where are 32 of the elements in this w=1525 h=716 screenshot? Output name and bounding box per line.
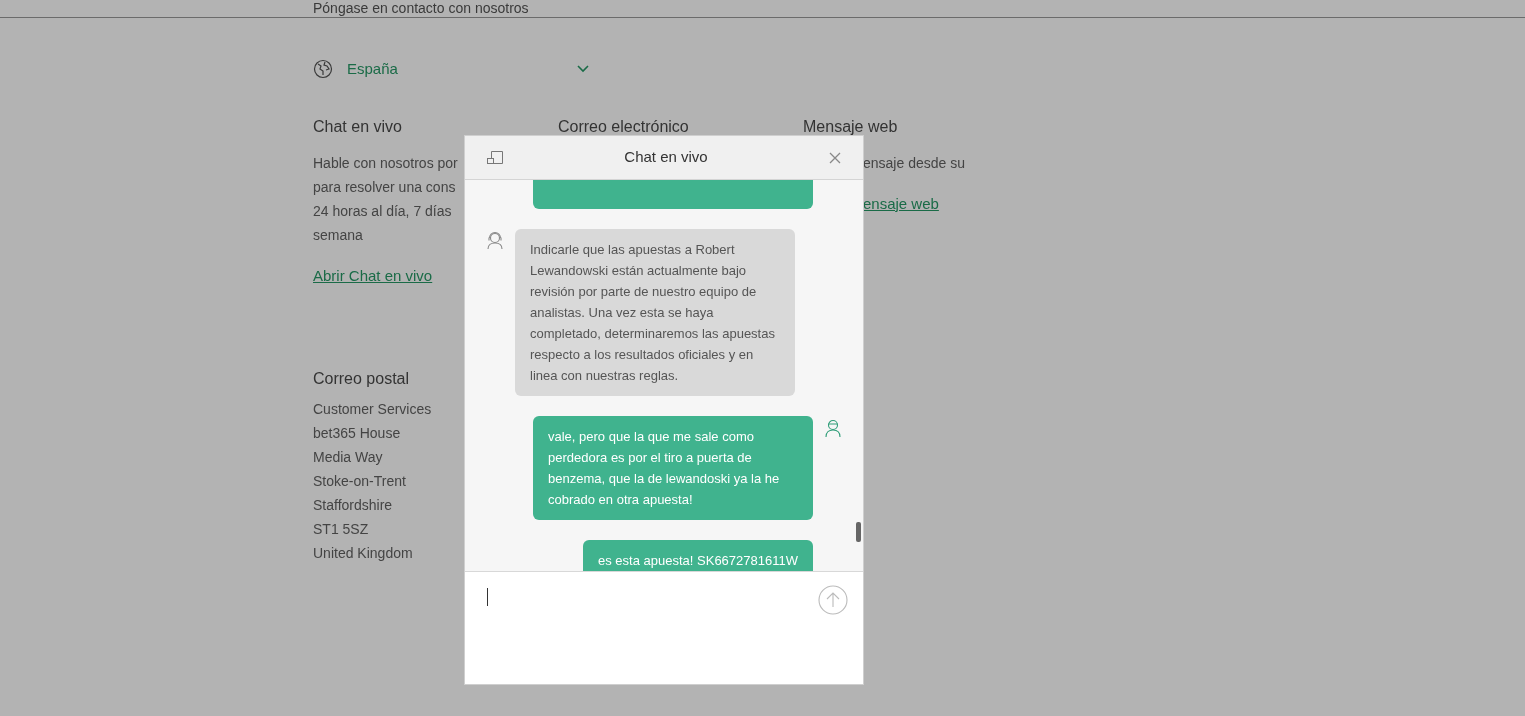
column-title: Correo electrónico [558, 116, 690, 137]
scrollbar-thumb[interactable] [856, 522, 861, 542]
section-title: Correo postal [313, 369, 410, 389]
close-icon[interactable] [829, 151, 841, 164]
user-message: vale, pero que la que me sale como perdedora es por el tiro a puerta de benzema, que la de lewandoski ya la he cobrado en otra apuesta! [533, 416, 813, 520]
link[interactable]: ensaje web [863, 192, 939, 215]
address-line: Staffordshire [313, 496, 393, 515]
send-icon[interactable] [818, 585, 848, 615]
address-line: United Kingdom [313, 544, 413, 563]
body-text: 24 horas al día, 7 días [313, 201, 452, 221]
address-line: Stoke-on-Trent [313, 472, 406, 491]
agent-message: Indicarle que las apuestas a Robert Lewandowski están actualmente bajo revisión por parte de nuestro equipo de analistas. Una vez esta se haya completado, determinaremos las apuestas respecto a los resultados oficiales y en linea con nuestras reglas. [515, 229, 795, 396]
body-text: para resolver una cons [313, 177, 456, 197]
column-title: Mensaje web [803, 116, 899, 137]
column-title: Chat en vivo [313, 116, 403, 137]
link[interactable]: Abrir Chat en vivo [313, 264, 433, 287]
page-heading: Póngase en contacto con nosotros [313, 0, 529, 17]
address-line: bet365 House [313, 424, 401, 443]
body-text: Hable con nosotros por [313, 153, 458, 173]
user-message: es esta apuesta! SK6672781611W [583, 540, 813, 571]
user-icon [823, 418, 843, 438]
body-text: semana [313, 225, 363, 245]
address-line: Customer Services [313, 400, 432, 419]
globe-icon [313, 59, 333, 80]
address-line: Media Way [313, 448, 383, 467]
chat-title: Chat en vivo [623, 147, 709, 168]
address-line: ST1 5SZ [313, 520, 369, 539]
chevron-down-icon[interactable] [577, 65, 589, 74]
agent-headset-icon [485, 230, 505, 250]
minimize-icon[interactable] [487, 151, 503, 164]
country-select[interactable]: España [347, 58, 398, 81]
body-text: ensaje desde su [863, 153, 965, 173]
